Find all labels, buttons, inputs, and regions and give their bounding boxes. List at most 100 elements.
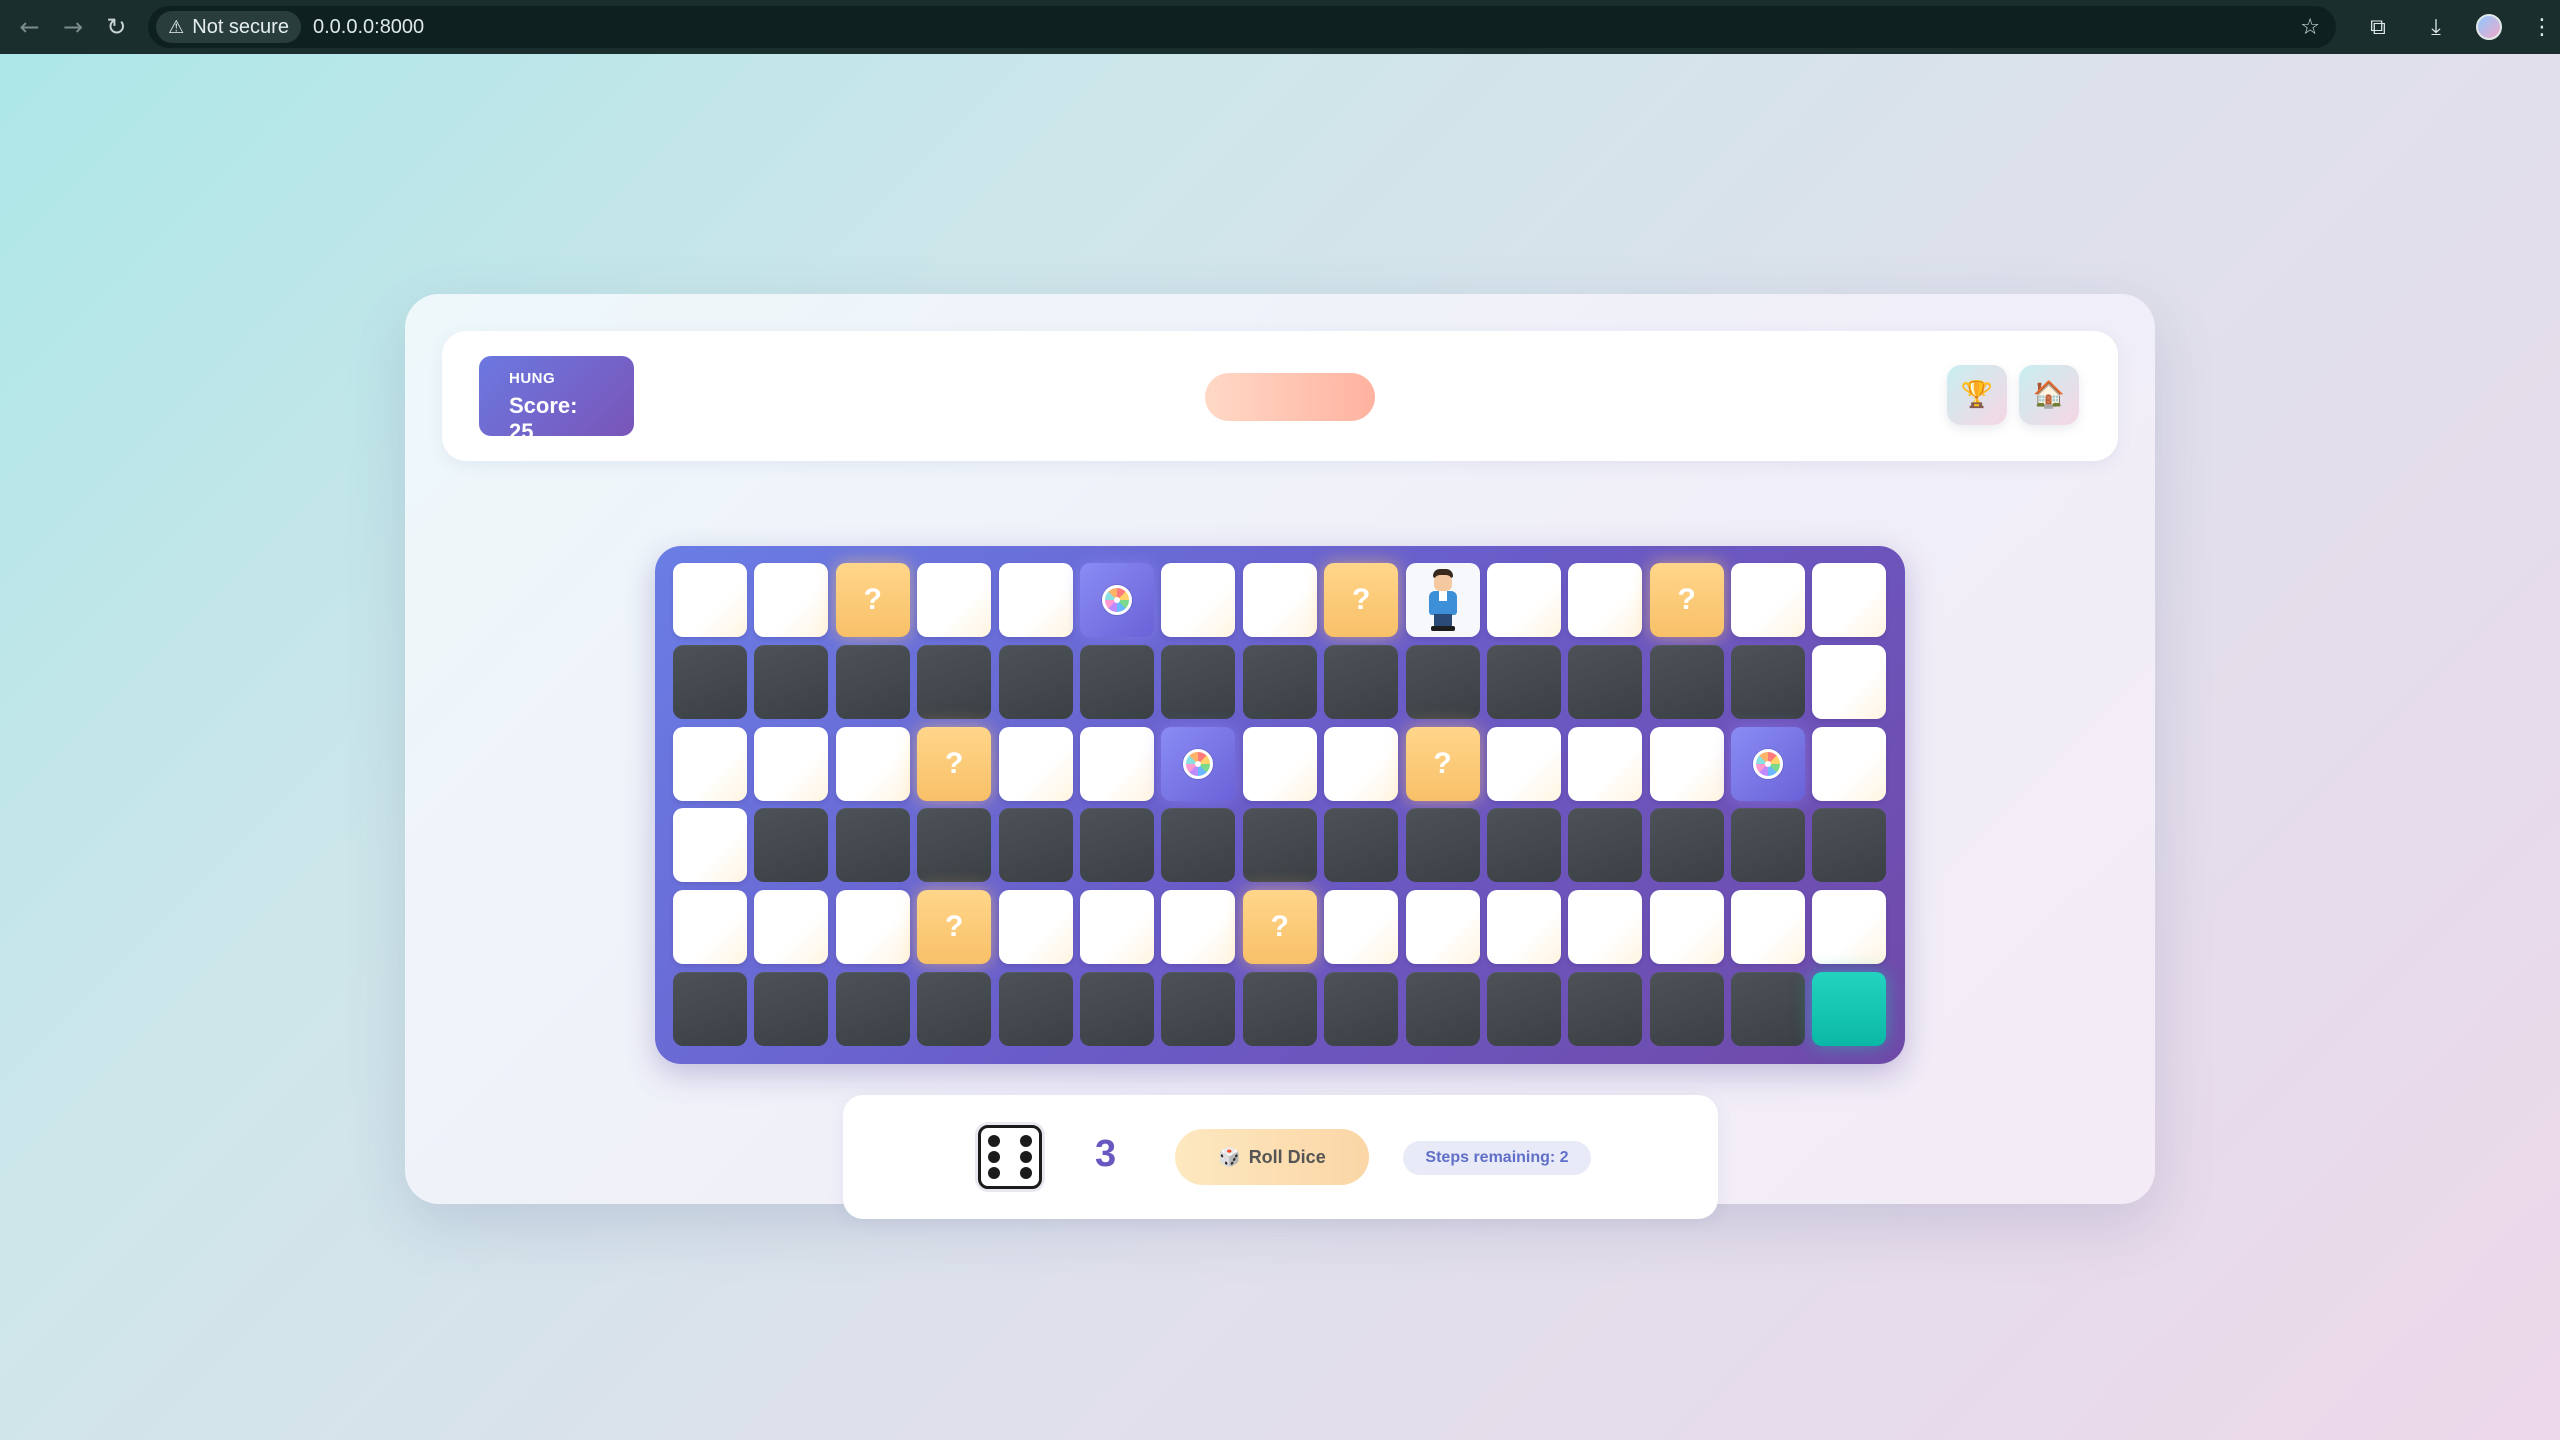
board-wall-tile [754, 644, 829, 719]
board-wall-tile [835, 971, 910, 1046]
board-wall-tile [1242, 971, 1317, 1046]
board-wall-tile [835, 644, 910, 719]
wheel-tile [1731, 726, 1806, 801]
question-mark-icon: ? [1677, 583, 1696, 616]
board-tile [1812, 644, 1887, 719]
board-tile [1649, 726, 1724, 801]
board-tile [1812, 563, 1887, 637]
board-tile [835, 726, 910, 801]
board-tile [673, 890, 747, 965]
board-tile [1649, 890, 1724, 965]
board-tile [1242, 563, 1317, 637]
board-tile [998, 726, 1073, 801]
board-tile [1731, 890, 1806, 965]
board-wall-tile [1242, 644, 1317, 719]
board-wall-tile [998, 971, 1073, 1046]
dice-pip [988, 1166, 1001, 1179]
dice-face-icon [978, 1125, 1042, 1189]
address-bar[interactable]: ⚠ Not secure 0.0.0.0:8000 ☆ [148, 6, 2337, 48]
spin-wheel-icon [1183, 748, 1214, 779]
board-tile [1486, 563, 1561, 637]
board-tile [1324, 726, 1399, 801]
board-wall-tile [917, 644, 992, 719]
board-tile [1568, 563, 1643, 637]
url-text[interactable]: 0.0.0.0:8000 [313, 16, 424, 39]
game-board: ??????? [655, 546, 1905, 1064]
extensions-icon[interactable]: ⧉ [2360, 15, 2396, 40]
roll-dice-button[interactable]: 🎲 Roll Dice [1175, 1129, 1369, 1185]
dice-icon: 🎲 [1218, 1146, 1241, 1168]
browser-toolbar: ← → ↻ ⚠ Not secure 0.0.0.0:8000 ☆ ⧉ ⤓ ⋮ [0, 0, 2560, 54]
trophy-icon[interactable]: 🏆 [1947, 365, 2007, 425]
goal-tile [1812, 971, 1887, 1046]
question-mark-icon: ? [1270, 910, 1289, 944]
question-mark-icon: ? [1351, 583, 1371, 616]
forward-arrow-icon[interactable]: → [51, 5, 94, 49]
board-wall-tile [1161, 808, 1236, 883]
player-badge: HUNG Score: 25 [479, 356, 634, 444]
board-wall-tile [754, 808, 829, 883]
page-viewport: HUNG Score: 25 🏆 🏠 ??????? 3 🎲 Roll Dice… [0, 54, 2560, 1440]
board-wall-tile [1568, 644, 1643, 719]
board-tile [1731, 563, 1806, 637]
dice-pip [988, 1135, 1001, 1148]
dice-pip [1004, 1151, 1016, 1163]
game-header: HUNG Score: 25 🏆 🏠 [442, 331, 2118, 461]
profile-avatar[interactable] [2476, 14, 2503, 40]
board-wall-tile [1568, 971, 1643, 1046]
board-tile [1812, 726, 1887, 801]
board-wall-tile [1812, 808, 1887, 883]
mystery-tile: ? [917, 726, 992, 801]
board-tile [998, 563, 1073, 637]
player-name: HUNG [509, 370, 556, 387]
board-tile [1568, 726, 1643, 801]
home-icon[interactable]: 🏠 [2019, 365, 2079, 425]
board-tile [1161, 890, 1236, 965]
board-tile [835, 890, 910, 965]
menu-icon[interactable]: ⋮ [2524, 15, 2560, 40]
player-tile [1405, 563, 1480, 637]
board-wall-tile [835, 808, 910, 883]
board-tile [1242, 726, 1317, 801]
board-wall-tile [1731, 971, 1806, 1046]
mystery-tile: ? [835, 563, 910, 637]
board-tile [673, 726, 747, 801]
star-icon[interactable]: ☆ [2300, 15, 2320, 40]
board-tile [1324, 890, 1399, 965]
status-pill [1205, 373, 1375, 421]
security-chip[interactable]: ⚠ Not secure [156, 11, 301, 43]
board-tile [1486, 890, 1561, 965]
board-tile [673, 808, 747, 883]
board-wall-tile [1731, 808, 1806, 883]
board-tile [754, 563, 829, 637]
mystery-tile: ? [1324, 563, 1399, 637]
board-wall-tile [1405, 971, 1480, 1046]
download-icon[interactable]: ⤓ [2418, 15, 2454, 40]
board-wall-tile [1486, 971, 1561, 1046]
board-wall-tile [998, 644, 1073, 719]
board-wall-tile [1486, 808, 1561, 883]
player-token-icon [1425, 569, 1461, 631]
question-mark-icon: ? [863, 583, 882, 616]
dice-value: 3 [1095, 1133, 1117, 1175]
reload-icon[interactable]: ↻ [95, 5, 138, 49]
game-container: HUNG Score: 25 🏆 🏠 ??????? 3 🎲 Roll Dice… [405, 294, 2155, 1219]
board-wall-tile [1405, 808, 1480, 883]
board-wall-tile [1649, 971, 1724, 1046]
board-wall-tile [673, 971, 747, 1046]
wheel-tile [1079, 563, 1154, 637]
question-mark-icon: ? [1433, 746, 1452, 780]
board-tile [754, 726, 829, 801]
wheel-tile [1161, 726, 1236, 801]
dice-pip [1004, 1167, 1016, 1179]
dice-controls: 3 🎲 Roll Dice Steps remaining: 2 [843, 1095, 1718, 1219]
board-wall-tile [1731, 644, 1806, 719]
board-tile [1161, 563, 1236, 637]
board-tile [998, 890, 1073, 965]
roll-dice-label: Roll Dice [1248, 1146, 1326, 1167]
back-arrow-icon[interactable]: ← [8, 5, 51, 49]
board-wall-tile [1405, 644, 1480, 719]
mystery-tile: ? [917, 890, 992, 965]
board-tile [917, 563, 992, 637]
steps-remaining-badge: Steps remaining: 2 [1403, 1141, 1591, 1175]
